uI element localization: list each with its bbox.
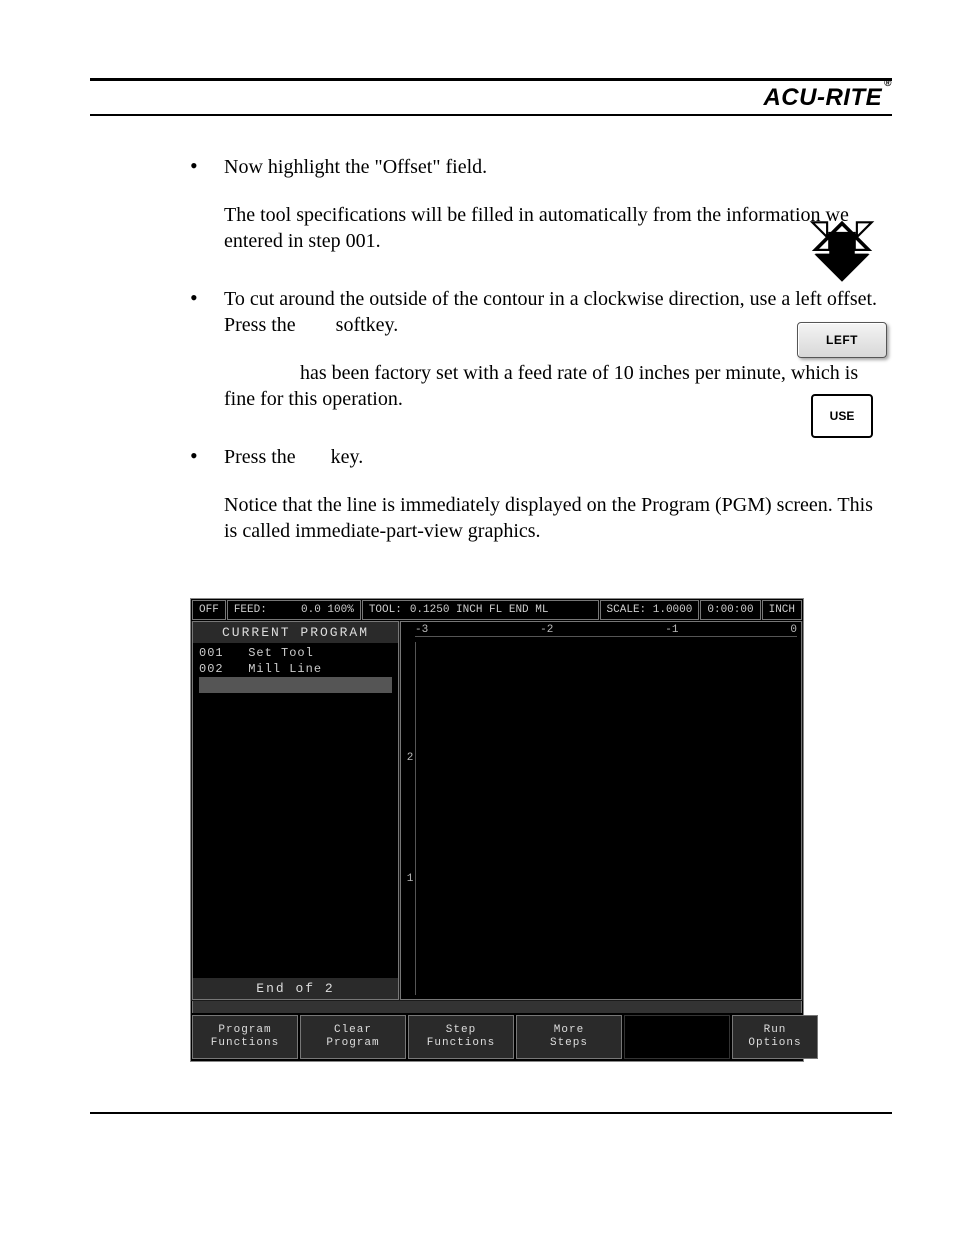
down-arrow-key[interactable] (808, 218, 876, 286)
status-off: OFF (192, 600, 226, 620)
softkey-empty (624, 1015, 730, 1059)
tool-label: TOOL: (369, 604, 402, 616)
rule-under-brand (90, 114, 892, 116)
side-button-column: LEFT USE (794, 218, 890, 438)
b3-line-after: key. (331, 446, 364, 468)
b2-para: has been factory set with a feed rate of… (224, 362, 858, 410)
list-item[interactable]: 002 Mill Line (199, 661, 392, 677)
softkey-more-steps[interactable]: MoreSteps (516, 1015, 622, 1059)
use-key[interactable]: USE (811, 394, 873, 438)
bullet-icon: • (190, 286, 224, 434)
feed-value: 0.0 100% (301, 604, 354, 616)
status-bar: OFF FEED: 0.0 100% TOOL: 0.1250 INCH FL … (191, 599, 803, 621)
controller-screen: OFF FEED: 0.0 100% TOOL: 0.1250 INCH FL … (190, 598, 804, 1062)
list-cursor (199, 677, 392, 693)
use-key-label: USE (830, 409, 855, 423)
softkey-row: ProgramFunctions ClearProgram StepFuncti… (191, 1013, 803, 1061)
b2-line: To cut around the outside of the contour… (224, 288, 877, 336)
softkey-clear-program[interactable]: ClearProgram (300, 1015, 406, 1059)
brand-text: ACU-RITE (763, 84, 882, 111)
b2-line-after: softkey. (336, 314, 399, 336)
instruction-text: Press the key. Notice that the line is i… (224, 444, 890, 566)
feed-label: FEED: (234, 604, 267, 616)
bullet-icon: • (190, 154, 224, 276)
softkey-step-functions[interactable]: StepFunctions (408, 1015, 514, 1059)
tool-value: 0.1250 INCH FL END ML (410, 604, 549, 616)
program-list[interactable]: 001 Set Tool 002 Mill Line (193, 643, 398, 978)
part-view: -3 -2 -1 0 2 1 (400, 621, 802, 1000)
instruction-text: Now highlight the "Offset" field. The to… (224, 154, 890, 276)
b3-line: Press the (224, 446, 296, 468)
program-panel-footer: End of 2 (193, 978, 398, 999)
scale-value: SCALE: 1.0000 (600, 600, 700, 620)
b1-para: The tool specifications will be filled i… (224, 202, 890, 254)
brand-logo: ACU-RITE® (763, 84, 892, 112)
softkey-run-options[interactable]: RunOptions (732, 1015, 818, 1059)
time-value: 0:00:00 (700, 600, 760, 620)
brand-mark: ® (884, 78, 892, 89)
rule-top (90, 78, 892, 81)
b1-line: Now highlight the "Offset" field. (224, 154, 890, 180)
unit-value: INCH (762, 600, 802, 620)
softkey-program-functions[interactable]: ProgramFunctions (192, 1015, 298, 1059)
left-softkey[interactable]: LEFT (797, 322, 887, 358)
b3-para: Notice that the line is immediately disp… (224, 492, 890, 544)
instruction-text: To cut around the outside of the contour… (224, 286, 890, 434)
separator-bar (192, 1001, 802, 1013)
rule-bottom (90, 1112, 892, 1114)
left-softkey-label: LEFT (826, 333, 858, 347)
arrow-down-icon (808, 218, 876, 286)
list-item[interactable]: 001 Set Tool (199, 645, 392, 661)
program-panel-title: Current Program (193, 622, 398, 643)
bullet-icon: • (190, 444, 224, 566)
program-panel: Current Program 001 Set Tool 002 Mill Li… (192, 621, 399, 1000)
